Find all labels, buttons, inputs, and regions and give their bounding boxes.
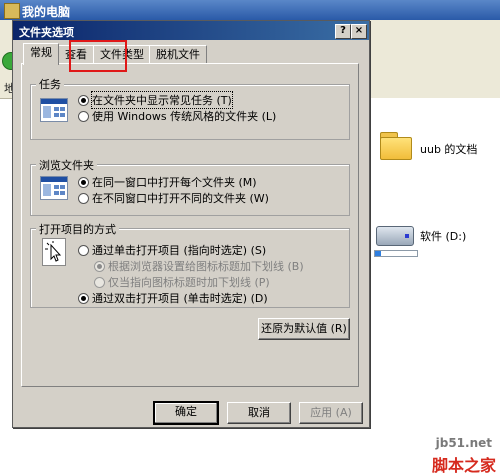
help-button[interactable]: ? [335,24,351,39]
browse-option-same-window-label[interactable]: 在同一窗口中打开每个文件夹 (M) [92,174,257,190]
tab-general[interactable]: 常规 [23,43,59,65]
click-option-double-radio[interactable] [78,293,89,304]
click-underline-hover-label[interactable]: 仅当指向图标标题时加下划线 (P) [108,274,270,290]
click-option-single-label[interactable]: 通过单击打开项目 (指向时选定) (S) [92,242,266,258]
apply-button[interactable]: 应用 (A) [299,402,363,424]
close-button[interactable]: × [351,24,367,39]
tasks-option-classic-radio[interactable] [78,111,89,122]
drive-icon[interactable] [376,226,414,246]
click-underline-browser-label[interactable]: 根据浏览器设置给图标标题加下划线 (B) [108,258,304,274]
click-option-single-radio[interactable] [78,245,89,256]
click-legend: 打开项目的方式 [36,221,119,237]
browse-option-same-window-radio[interactable] [78,177,89,188]
dialog-title: 文件夹选项 [19,26,74,39]
click-underline-browser-radio[interactable] [94,261,105,272]
browse-option-new-window-radio[interactable] [78,193,89,204]
folder-icon[interactable] [380,132,412,160]
general-tab-panel: 任务 在文件夹中显示常见任务 (T) 使用 Windows 传统风格的文件夹 (… [21,63,359,387]
tasks-preview-icon [40,98,68,122]
tasks-legend: 任务 [36,76,64,92]
cancel-button[interactable]: 取消 [227,402,291,424]
restore-defaults-button[interactable]: 还原为默认值 (R) [258,318,350,340]
explorer-titlebar [0,0,500,20]
explorer-title: 我的电脑 [22,5,71,19]
tab-offline-files[interactable]: 脱机文件 [149,45,207,64]
drive-label[interactable]: 软件 (D:) [420,228,466,244]
folder-options-dialog: 文件夹选项 ? × 常规 查看 文件类型 脱机文件 任务 在文件夹中显示常见任务… [12,20,370,428]
folder-label[interactable]: uub 的文档 [420,141,477,157]
tasks-option-common-radio[interactable] [78,95,89,106]
ok-button[interactable]: 确定 [153,401,219,425]
watermark-name: 脚本之家 [431,456,496,475]
view-tab-highlight [69,40,127,72]
click-option-double-label[interactable]: 通过双击打开项目 (单击时选定) (D) [92,290,268,306]
drive-usage-bar [374,250,418,257]
watermark-site: jb51.net [435,436,492,450]
tasks-option-common-label[interactable]: 在文件夹中显示常见任务 (T) [91,91,233,109]
click-underline-hover-radio[interactable] [94,277,105,288]
computer-icon [4,3,20,19]
browse-option-new-window-label[interactable]: 在不同窗口中打开不同的文件夹 (W) [92,190,269,206]
cursor-click-icon [42,238,66,266]
browse-legend: 浏览文件夹 [36,157,97,173]
tasks-option-classic-label[interactable]: 使用 Windows 传统风格的文件夹 (L) [92,108,276,124]
browse-preview-icon [40,176,68,200]
